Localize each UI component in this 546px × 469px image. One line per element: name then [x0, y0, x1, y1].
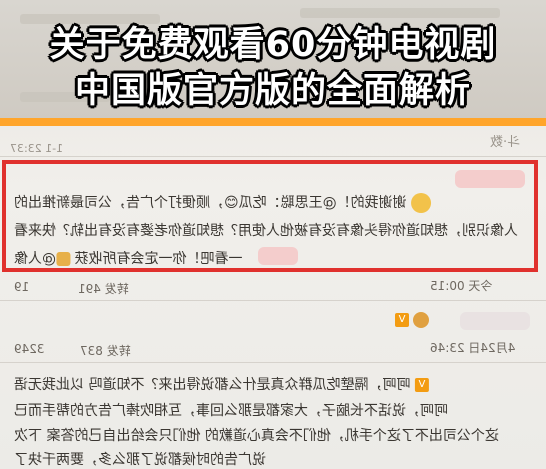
avatar — [413, 312, 430, 328]
comment-1-reply-count[interactable]: 转发 491 — [78, 280, 129, 297]
divider — [0, 300, 546, 301]
comment-3-line-3: 这个公司出不了这个手机，他们不会真心道歉的 他们只会给出自己的答案 下次 — [14, 428, 499, 444]
emoji-icon — [411, 193, 432, 213]
partial-header-text: 斗·数 — [490, 135, 521, 150]
comment-1-time: 今天 00:15 — [430, 279, 493, 293]
partial-meta-text: 1-1 23:37 — [10, 142, 64, 155]
comment-1-line-1: 谢谢我的！@王思聪：吃瓜😊，顺便打个广告，公司最新推出的 — [14, 192, 432, 213]
comment-3-line-2: 呵呵，说话不长脑子，大家都是那么回事，互相吹捧广告方的帮手而已 — [14, 403, 448, 419]
thumb-icon — [56, 252, 70, 266]
comment-2-time: 4月24日 23:46 — [430, 341, 516, 355]
comment-3-line-1: V 呵呵，隔壁吃瓜群众真是什么都说得出来？不知道吗 以此我无语 — [14, 374, 429, 394]
comment-1-line-3: 一看吧！你一定会有所收获 @人像 — [14, 251, 243, 267]
banner-title: 关于免费观看60分钟电视剧 中国版官方版的全面解析 — [0, 22, 546, 114]
blurred-name — [455, 170, 525, 188]
blurred-text — [300, 8, 500, 18]
comment-3-line-4: 说广告的时候都说了那么多，要两千块了 — [14, 452, 266, 468]
comment-2-repost[interactable]: 转发 837 — [80, 342, 131, 359]
banner-title-line-1: 关于免费观看60分钟电视剧 — [49, 25, 497, 65]
verified-badge-icon: V — [414, 378, 429, 392]
comment-2-user: V — [395, 312, 430, 328]
blurred-name — [460, 312, 530, 330]
verified-badge-icon: V — [395, 313, 409, 327]
blurred-name — [258, 247, 298, 265]
banner-title-line-2: 中国版官方版的全面解析 — [74, 71, 471, 111]
comment-1-line-2: 人像识别，想知道你得头像有没有被他人使用？想知道你老婆有没有出轨？快来看 — [14, 223, 518, 239]
divider — [0, 156, 546, 157]
divider — [0, 362, 546, 363]
comment-1-like-count[interactable]: 19 — [14, 280, 29, 294]
comment-2-like[interactable]: 3249 — [14, 342, 45, 356]
banner-underline — [0, 118, 546, 126]
